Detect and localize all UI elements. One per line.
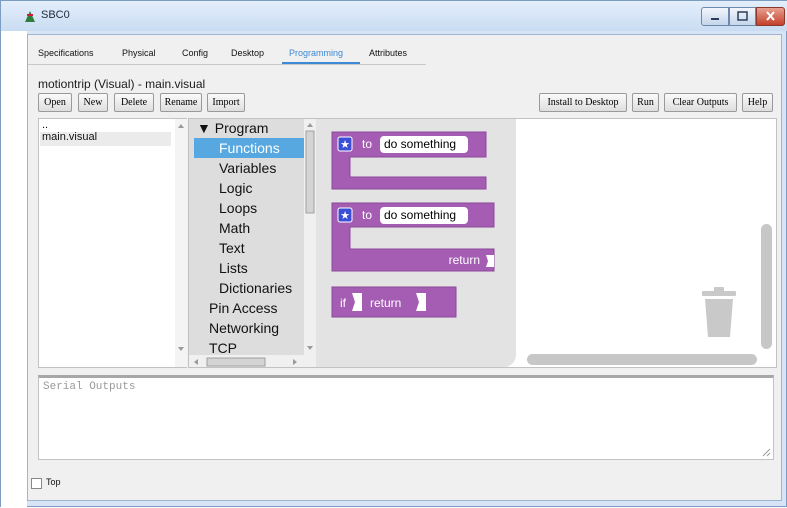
tab-config[interactable]: Config <box>182 48 208 58</box>
hscroll-thumb <box>194 357 297 367</box>
procedure-block-no-return[interactable]: ★ to do something <box>331 131 487 190</box>
app-window: SBC0 Specifications Physical Config Desk… <box>0 0 787 508</box>
proc1-prefix: to <box>362 137 372 151</box>
ifreturn-if-label: if <box>340 296 347 310</box>
active-tab-indicator <box>282 62 360 64</box>
run-button[interactable]: Run <box>632 93 659 112</box>
trash-icon[interactable] <box>699 287 739 339</box>
top-checkbox[interactable] <box>31 478 42 489</box>
scroll-down-icon <box>178 347 184 351</box>
svg-text:★: ★ <box>340 138 350 151</box>
maximize-button[interactable] <box>729 7 756 26</box>
delete-button[interactable]: Delete <box>114 93 154 112</box>
blockly-workspace[interactable]: ▼ Program Functions Variables Logic Loop… <box>188 118 777 368</box>
minimize-button[interactable] <box>701 7 729 26</box>
rename-button[interactable]: Rename <box>160 93 202 112</box>
file-explorer: .. main.visual <box>38 118 187 368</box>
title-bar: SBC0 <box>1 1 787 31</box>
install-to-desktop-button[interactable]: Install to Desktop <box>539 93 627 112</box>
tab-specifications[interactable]: Specifications <box>38 48 94 58</box>
category-text[interactable]: Text <box>219 240 245 256</box>
category-functions[interactable]: Functions <box>219 140 280 156</box>
scroll-up-icon <box>178 124 184 128</box>
open-button[interactable]: Open <box>38 93 72 112</box>
category-program-label: Program <box>214 120 269 136</box>
tab-desktop[interactable]: Desktop <box>231 48 264 58</box>
blocks-canvas: ★ to do something ★ to do something retu… <box>331 131 495 318</box>
svg-text:★: ★ <box>340 209 350 222</box>
app-icon <box>25 11 35 22</box>
proc2-prefix: to <box>362 208 372 222</box>
expand-arrow-icon: ▼ <box>197 120 211 136</box>
clear-outputs-button[interactable]: Clear Outputs <box>664 93 737 112</box>
gear-icon[interactable]: ★ <box>337 136 353 152</box>
tab-programming[interactable]: Programming <box>289 48 343 58</box>
category-dictionaries[interactable]: Dictionaries <box>219 280 292 296</box>
gear-icon[interactable]: ★ <box>337 207 353 223</box>
tab-attributes[interactable]: Attributes <box>369 48 407 58</box>
top-checkbox-label: Top <box>46 477 61 487</box>
help-button[interactable]: Help <box>742 93 773 112</box>
close-button[interactable] <box>756 7 785 26</box>
blockly-toolbox: ▼ Program Functions Variables Logic Loop… <box>189 119 316 367</box>
category-lists[interactable]: Lists <box>219 260 248 276</box>
new-button[interactable]: New <box>78 93 108 112</box>
minimize-icon <box>711 18 719 20</box>
file-label: motiontrip (Visual) - main.visual <box>38 77 206 91</box>
category-tcp[interactable]: TCP <box>209 340 237 356</box>
blocks-flyout: ★ to do something ★ to do something retu… <box>316 119 516 367</box>
proc2-name-field[interactable]: do something <box>384 208 456 222</box>
tab-bar: Specifications Physical Config Desktop P… <box>28 35 781 65</box>
explorer-scrollbar[interactable] <box>175 119 187 367</box>
maximize-icon <box>737 11 748 21</box>
category-program[interactable]: ▼ Program <box>197 120 268 136</box>
proc2-return-label: return <box>449 253 480 267</box>
category-logic[interactable]: Logic <box>219 180 252 196</box>
serial-output-area[interactable]: Serial Outputs <box>38 375 774 460</box>
tab-divider <box>28 64 426 65</box>
category-variables[interactable]: Variables <box>219 160 276 176</box>
window-title: SBC0 <box>41 9 70 21</box>
close-icon <box>766 11 775 21</box>
file-item-main-visual[interactable]: main.visual <box>42 131 97 143</box>
category-loops[interactable]: Loops <box>219 200 257 216</box>
procedure-block-with-return[interactable]: ★ to do something return <box>331 202 495 272</box>
background-strip <box>1 31 27 508</box>
file-item-parent[interactable]: .. <box>42 119 48 131</box>
content-panel: Specifications Physical Config Desktop P… <box>27 34 782 501</box>
if-return-block[interactable]: if return <box>331 286 457 318</box>
toolbox-scrollbar[interactable] <box>304 119 316 356</box>
category-pin-access[interactable]: Pin Access <box>209 300 277 316</box>
scroll-thumb <box>305 123 315 350</box>
toolbox-hscrollbar[interactable] <box>189 355 316 367</box>
workspace-vertical-scrollbar[interactable] <box>761 224 772 349</box>
category-networking[interactable]: Networking <box>209 320 279 336</box>
resize-grip-icon[interactable] <box>761 447 771 457</box>
tab-physical[interactable]: Physical <box>122 48 156 58</box>
ifreturn-return-label: return <box>370 296 401 310</box>
import-button[interactable]: Import <box>207 93 245 112</box>
serial-placeholder: Serial Outputs <box>43 381 136 393</box>
workspace-horizontal-scrollbar[interactable] <box>527 354 757 365</box>
proc1-name-field[interactable]: do something <box>384 137 456 151</box>
category-math[interactable]: Math <box>219 220 250 236</box>
